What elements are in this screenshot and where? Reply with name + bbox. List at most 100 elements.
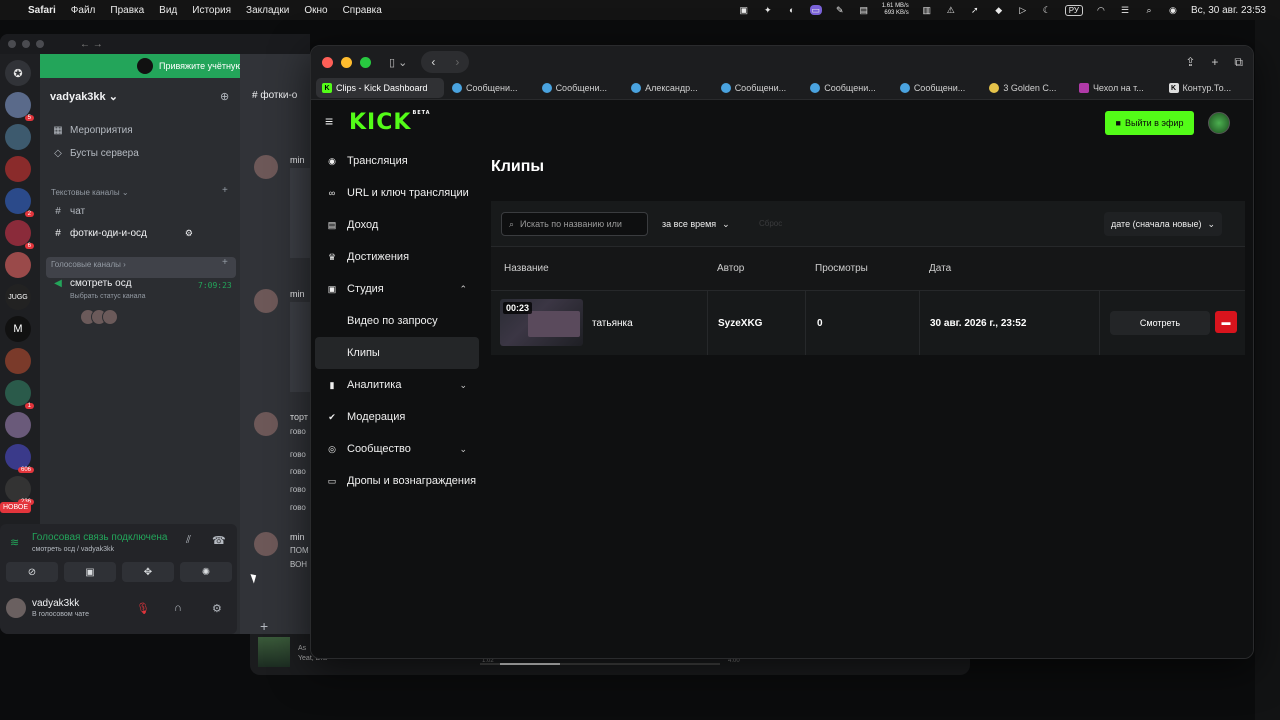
server-icon[interactable]: 1 [5, 380, 34, 409]
server-icon[interactable] [5, 252, 31, 278]
tab-messages[interactable]: Сообщени... [804, 78, 892, 98]
back-icon[interactable]: ‹ [431, 55, 435, 69]
sparkle-status-icon[interactable]: ✦ [762, 5, 774, 15]
menu-edit[interactable]: Правка [110, 5, 144, 16]
server-icon[interactable] [5, 348, 31, 374]
disk-status-icon[interactable]: ▤ [858, 5, 870, 15]
server-icon[interactable] [5, 156, 31, 182]
nav-drops[interactable]: ▭ Дропы и вознаграждения [315, 465, 479, 497]
warning-status-icon[interactable]: ⚠ [945, 5, 957, 15]
server-icon[interactable]: 606 [5, 444, 34, 473]
zoom-button[interactable] [360, 56, 371, 68]
nav-community[interactable]: ◎ Сообщество ⌄ [315, 433, 479, 465]
discord-home-icon[interactable]: ✪ [5, 60, 31, 86]
user-name[interactable]: vadyak3kk [32, 598, 79, 609]
nav-moderation[interactable]: ✔ Модерация [315, 401, 479, 433]
channel-photos[interactable]: # фотки-оди-и-осд ⚙ [52, 228, 193, 239]
hamburger-menu-icon[interactable]: ≡ [325, 113, 333, 129]
kick-logo[interactable]: KICKBETA [349, 110, 431, 135]
text-channels-category[interactable]: Текстовые каналы ⌄ [51, 188, 129, 197]
image-status-icon[interactable]: ▣ [738, 5, 750, 15]
avatar[interactable] [254, 532, 278, 556]
channel-settings-icon[interactable]: ⚙ [185, 228, 193, 239]
server-icon[interactable]: JUGG [5, 284, 31, 310]
gear-icon[interactable]: ⚙ [212, 602, 222, 615]
tab-kontur[interactable]: K Контур.То... [1163, 78, 1251, 98]
window-minimize-button[interactable] [22, 40, 30, 48]
wifi-icon[interactable]: ◠ [1095, 5, 1107, 15]
voice-channel[interactable]: ◀ смотреть осд [52, 278, 131, 289]
server-icon[interactable] [5, 412, 31, 438]
tab-case[interactable]: Чехол на т... [1073, 78, 1161, 98]
menubar-clock[interactable]: Вс, 30 авг. 23:53 [1191, 5, 1266, 16]
headphones-icon[interactable]: ∩ [174, 602, 182, 614]
server-name[interactable]: vadyak3kk ⌄ [50, 90, 118, 103]
column-title[interactable]: Название [504, 263, 549, 274]
column-date[interactable]: Дата [929, 263, 951, 274]
share-icon[interactable]: ⇪ [1185, 55, 1195, 70]
events-item[interactable]: ▦ Мероприятия [52, 125, 132, 136]
script-status-icon[interactable]: ✎ [834, 5, 846, 15]
server-icon[interactable] [5, 124, 31, 150]
new-tab-icon[interactable]: + [1211, 55, 1218, 70]
mic-muted-icon[interactable]: 🎙 [136, 602, 150, 615]
nav-studio[interactable]: ▣ Студия ⌃ [315, 273, 479, 305]
avatar[interactable] [6, 598, 26, 618]
menu-file[interactable]: Файл [71, 5, 96, 16]
back-arrow-icon[interactable]: ← → [80, 39, 103, 50]
time-filter-dropdown[interactable]: за все время ⌄ [655, 212, 737, 236]
table-row[interactable]: 00:23 татьянка SyzeXKG 0 30 авг. 2026 г.… [491, 291, 1245, 355]
tab-golden[interactable]: 3 Golden C... [983, 78, 1071, 98]
column-views[interactable]: Просмотры [815, 263, 868, 274]
message-image[interactable] [290, 168, 310, 258]
tab-messages[interactable]: Сообщени... [894, 78, 982, 98]
moon-status-icon[interactable]: ☾ [1041, 5, 1053, 15]
channel-chat[interactable]: # чат [52, 206, 85, 217]
camera-off-icon[interactable]: ⊘ [6, 562, 58, 582]
attach-icon[interactable]: + [260, 618, 268, 634]
nav-stream[interactable]: ◉ Трансляция [315, 145, 479, 177]
window-zoom-button[interactable] [36, 40, 44, 48]
server-icon[interactable]: 5 [5, 92, 34, 121]
server-icon[interactable]: 236 [5, 476, 34, 505]
avatar[interactable] [254, 289, 278, 313]
message-image[interactable] [290, 302, 310, 392]
menu-safari[interactable]: Safari [28, 5, 56, 16]
sort-dropdown[interactable]: дате (сначала новые) ⌄ [1104, 212, 1223, 236]
message-author[interactable]: min [290, 289, 305, 299]
control-center-icon[interactable]: ☰ [1119, 5, 1131, 15]
app-status-icon[interactable]: ◆ [993, 5, 1005, 15]
message-author[interactable]: min [290, 155, 305, 165]
tab-kick-clips[interactable]: K Clips - Kick Dashboard [316, 78, 444, 98]
voice-channels-category[interactable]: Голосовые каналы › [51, 260, 126, 269]
voice-participants[interactable] [80, 309, 118, 325]
tab-messages[interactable]: Сообщени... [446, 78, 534, 98]
nav-clips[interactable]: Клипы [315, 337, 479, 369]
signal-icon[interactable]: ≋ [10, 536, 19, 549]
user-switch-icon[interactable]: ◉ [1167, 5, 1179, 15]
nav-vod[interactable]: Видео по запросу [315, 305, 479, 337]
add-member-icon[interactable]: ⊕ [220, 90, 229, 103]
rocket-status-icon[interactable]: ➚ [969, 5, 981, 15]
clip-title[interactable]: татьянка [592, 291, 633, 355]
reset-button[interactable]: Сброс [759, 219, 782, 228]
disconnect-icon[interactable]: ☎ [212, 534, 226, 547]
nav-stream-key[interactable]: ∞ URL и ключ трансляции [315, 177, 479, 209]
message-author[interactable]: торт [290, 412, 308, 422]
close-button[interactable] [322, 56, 333, 68]
player-progress[interactable] [480, 663, 720, 665]
menu-window[interactable]: Окно [304, 5, 327, 16]
server-icon[interactable]: 2 [5, 188, 34, 217]
sidebar-toggle-icon[interactable]: ▯ ⌄ [389, 56, 407, 69]
screen-status-icon[interactable]: ▭ [809, 5, 822, 15]
avatar[interactable] [254, 155, 278, 179]
window-close-button[interactable] [8, 40, 16, 48]
clip-thumbnail[interactable]: 00:23 [500, 299, 583, 346]
menu-view[interactable]: Вид [159, 5, 177, 16]
server-boosts-item[interactable]: ◇ Бусты сервера [52, 148, 139, 159]
menu-history[interactable]: История [192, 5, 231, 16]
soundboard-icon[interactable]: ✺ [180, 562, 232, 582]
voice-connected-label[interactable]: Голосовая связь подключена [32, 532, 167, 543]
avatar[interactable] [254, 412, 278, 436]
nav-income[interactable]: ▤ Доход [315, 209, 479, 241]
